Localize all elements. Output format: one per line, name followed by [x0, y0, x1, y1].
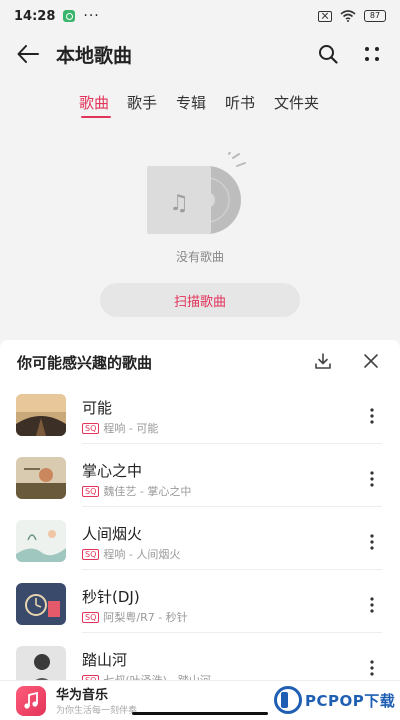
- song-row[interactable]: 人间烟火 SQ 程响 - 人间烟火: [0, 516, 400, 579]
- song-cover: [16, 394, 66, 436]
- category-tabs: 歌曲 歌手 专辑 听书 文件夹: [0, 86, 400, 120]
- song-row[interactable]: 可能 SQ 程响 - 可能: [0, 390, 400, 453]
- recommendation-panel: 你可能感兴趣的歌曲 可能 SQ 程响 - 可能 掌心之中 SQ 魏佳艺 - 掌心…: [0, 340, 400, 688]
- song-row[interactable]: 掌心之中 SQ 魏佳艺 - 掌心之中: [0, 453, 400, 516]
- vertical-dots-icon: [370, 597, 374, 613]
- app-slogan: 为你生活每一刻伴奏: [56, 706, 138, 716]
- notification-app-icon: [63, 10, 76, 22]
- song-more-button[interactable]: [362, 591, 382, 619]
- song-subtitle: SQ 程响 - 人间烟火: [82, 546, 180, 562]
- row-divider: [82, 443, 382, 444]
- battery-indicator: 87: [364, 10, 386, 22]
- row-divider: [82, 632, 382, 633]
- song-artist-album: 程响 - 可能: [103, 422, 159, 435]
- song-title: 踏山河: [82, 651, 128, 669]
- home-indicator[interactable]: [132, 712, 268, 715]
- vertical-dots-icon: [370, 660, 374, 676]
- tab-albums[interactable]: 专辑: [176, 92, 206, 113]
- song-more-button[interactable]: [362, 654, 382, 682]
- song-cover: [16, 457, 66, 499]
- watermark-logo-icon: [274, 686, 302, 714]
- vertical-dots-icon: [370, 471, 374, 487]
- vertical-dots-icon: [370, 408, 374, 424]
- song-subtitle: SQ 阿梨粤/R7 - 秒针: [82, 609, 188, 625]
- song-title: 人间烟火: [82, 525, 143, 543]
- scan-songs-button[interactable]: 扫描歌曲: [100, 283, 300, 317]
- song-artist-album: 程响 - 人间烟火: [103, 548, 181, 561]
- back-arrow-icon: [17, 45, 39, 63]
- status-left: 14:28 ···: [14, 8, 100, 24]
- song-title: 掌心之中: [82, 462, 143, 480]
- song-more-button[interactable]: [362, 465, 382, 493]
- empty-message: 没有歌曲: [175, 250, 224, 264]
- sq-quality-badge: SQ: [82, 422, 100, 434]
- status-bar: 14:28 ··· 87: [0, 0, 400, 32]
- song-more-button[interactable]: [362, 528, 382, 556]
- tab-songs[interactable]: 歌曲: [79, 92, 109, 113]
- close-icon: [364, 354, 378, 368]
- empty-album-illustration-icon: ♫: [147, 152, 246, 234]
- huawei-music-logo-icon[interactable]: [16, 686, 46, 716]
- song-subtitle: SQ 程响 - 可能: [82, 420, 158, 436]
- song-cover: [16, 520, 66, 562]
- song-title: 可能: [82, 399, 113, 417]
- download-all-button[interactable]: [310, 348, 336, 374]
- search-button[interactable]: [314, 40, 342, 68]
- song-artist-album: 魏佳艺 - 掌心之中: [103, 485, 192, 498]
- song-artist-album: 阿梨粤/R7 - 秒针: [103, 611, 188, 624]
- vertical-dots-icon: [370, 534, 374, 550]
- tab-artists[interactable]: 歌手: [127, 92, 157, 113]
- more-options-button[interactable]: [358, 40, 386, 68]
- wifi-icon: [340, 10, 356, 22]
- close-recommendation-button[interactable]: [358, 348, 384, 374]
- song-more-button[interactable]: [362, 402, 382, 430]
- song-subtitle: SQ 魏佳艺 - 掌心之中: [82, 483, 191, 499]
- song-row[interactable]: 秒针(DJ) SQ 阿梨粤/R7 - 秒针: [0, 579, 400, 642]
- row-divider: [82, 569, 382, 570]
- more-notifications-icon: ···: [83, 8, 100, 24]
- page-title: 本地歌曲: [56, 45, 133, 67]
- sq-quality-badge: SQ: [82, 611, 100, 623]
- sq-quality-badge: SQ: [82, 548, 100, 560]
- download-icon: [315, 353, 331, 369]
- grid-dots-icon: [365, 47, 379, 61]
- active-tab-indicator: [81, 116, 111, 118]
- song-cover: [16, 583, 66, 625]
- empty-state: ♫ 没有歌曲 扫描歌曲: [0, 140, 400, 330]
- recommendation-title: 你可能感兴趣的歌曲: [17, 354, 153, 372]
- status-right: 87: [318, 10, 386, 22]
- sq-quality-badge: SQ: [82, 485, 100, 497]
- status-time: 14:28: [14, 8, 56, 24]
- watermark-brand: PCPOP下载: [305, 691, 396, 710]
- search-icon: [319, 45, 338, 64]
- tab-audiobooks[interactable]: 听书: [225, 92, 255, 113]
- header: 本地歌曲: [0, 32, 400, 76]
- row-divider: [82, 506, 382, 507]
- back-button[interactable]: [14, 40, 42, 68]
- tab-folders[interactable]: 文件夹: [274, 92, 319, 113]
- no-sim-icon: [318, 10, 332, 22]
- svg-text:♫: ♫: [169, 191, 189, 216]
- app-name: 华为音乐: [56, 688, 109, 703]
- watermark: PCPOP下载: [274, 683, 398, 717]
- song-title: 秒针(DJ): [82, 588, 140, 606]
